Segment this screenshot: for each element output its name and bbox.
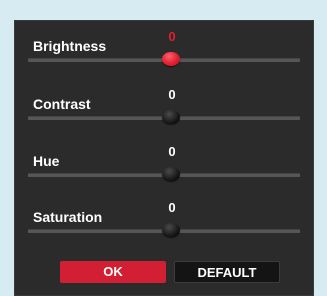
default-button[interactable]: DEFAULT: [174, 261, 280, 283]
contrast-label: Contrast: [33, 96, 91, 112]
brightness-row: Brightness 0: [14, 30, 314, 77]
contrast-value: 0: [168, 87, 176, 102]
saturation-row: Saturation 0: [14, 201, 314, 248]
hue-value: 0: [168, 144, 176, 159]
saturation-value: 0: [168, 200, 176, 215]
saturation-label: Saturation: [33, 209, 103, 225]
brightness-value: 0: [168, 29, 176, 44]
brightness-slider-thumb[interactable]: [162, 52, 180, 66]
hue-slider-thumb[interactable]: [162, 167, 180, 181]
saturation-slider-thumb[interactable]: [162, 223, 180, 237]
ok-button[interactable]: OK: [60, 261, 166, 283]
brightness-label: Brightness: [33, 38, 107, 54]
contrast-slider-thumb[interactable]: [162, 110, 180, 124]
contrast-row: Contrast 0: [14, 88, 314, 135]
image-adjustment-panel: Brightness 0 Contrast 0 Hue 0 Saturation…: [14, 20, 314, 296]
hue-row: Hue 0: [14, 145, 314, 192]
hue-label: Hue: [33, 153, 60, 169]
